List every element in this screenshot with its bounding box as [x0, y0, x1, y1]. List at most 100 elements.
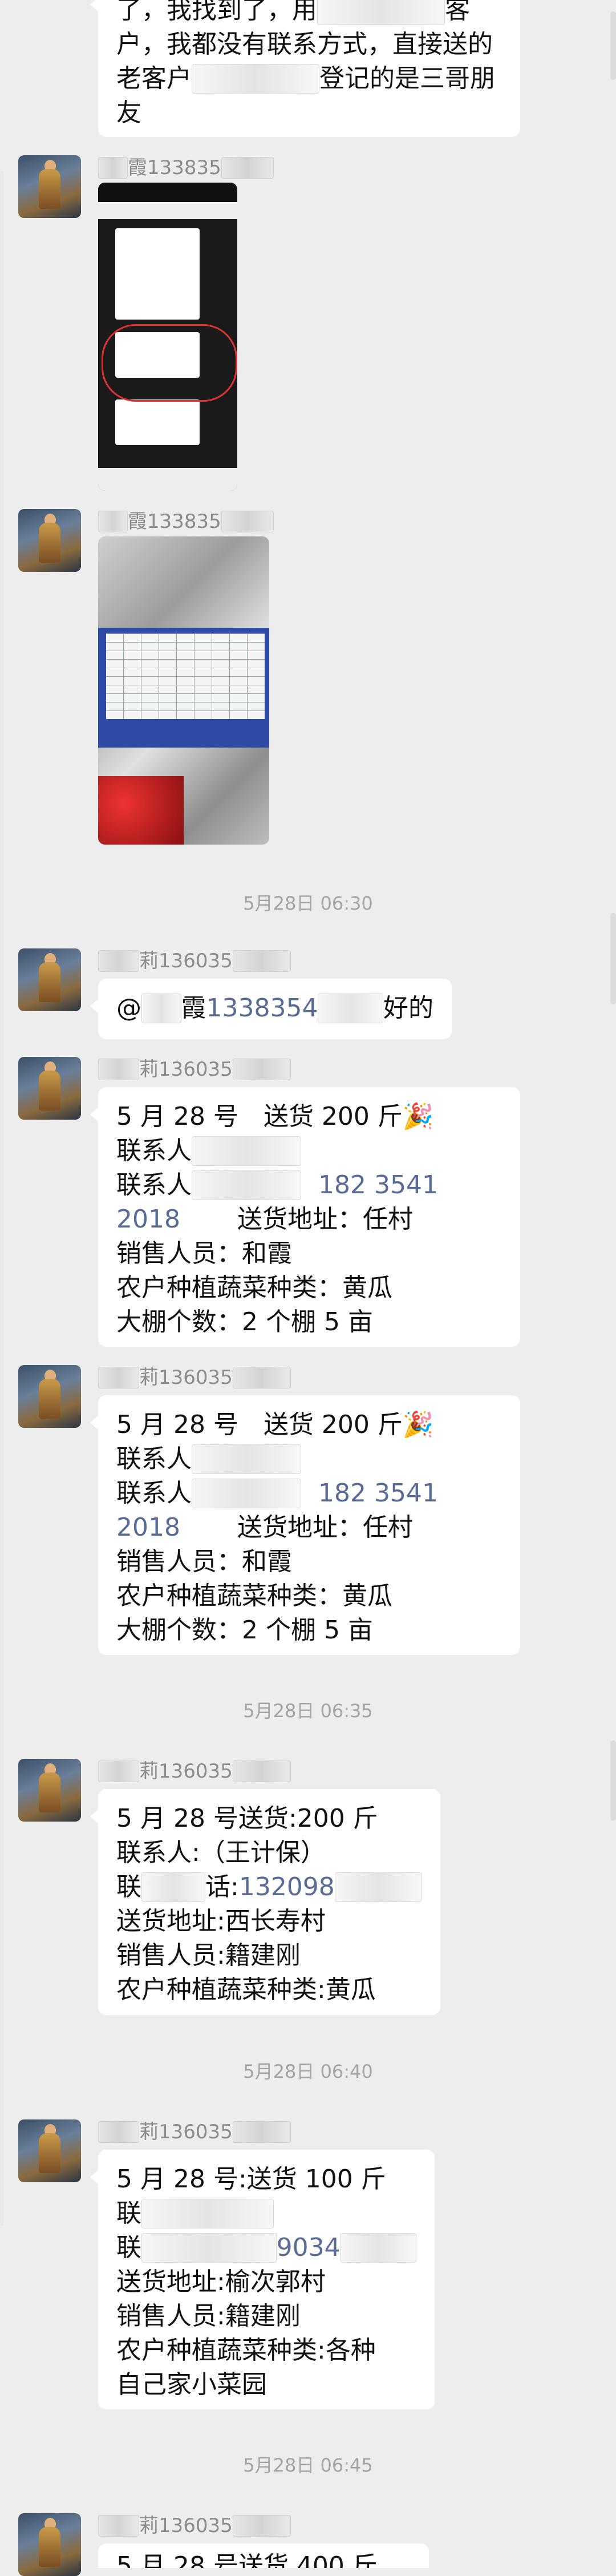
redacted-block: [334, 1872, 422, 1902]
message-text: 销售人员:籍建刚: [116, 2302, 301, 2331]
redacted-block: [221, 511, 274, 532]
message-text: 农户种植蔬菜种类：黄瓜: [116, 1273, 392, 1302]
message-bubble[interactable]: 5 月 28 号 送货 200 斤🎉 联系人 联系人 182 3541 2018…: [90, 1395, 520, 1655]
redacted-block: [232, 2121, 291, 2143]
avatar[interactable]: [18, 2513, 81, 2576]
scroll-indicator[interactable]: [610, 11, 616, 80]
sender-name: 莉136035: [98, 1058, 291, 1081]
timestamp: 5月28日 06:30: [243, 893, 373, 914]
message-text: 送货地址：任村: [237, 1205, 413, 1234]
message-text: 送货地址：任村: [237, 1513, 413, 1542]
message-text: 联系人: [116, 1136, 192, 1165]
message-text: 老客户: [116, 64, 192, 93]
message-text: 好的: [383, 994, 433, 1023]
message-text: 销售人员：和霞: [116, 1547, 292, 1576]
left-edge-strip: [0, 171, 3, 2226]
phone-link[interactable]: 182 3541: [318, 1168, 438, 1202]
avatar[interactable]: [18, 1057, 81, 1120]
screenshot-header: [98, 202, 237, 219]
redacted-block: [98, 157, 128, 179]
message-bubble[interactable]: 5 月 28 号:送货 100 斤 联 联 9034 送货地址:榆次郭村 销售人…: [90, 2150, 435, 2409]
phone-link[interactable]: 132098: [239, 1870, 335, 1904]
redacted-block: [141, 1872, 205, 1902]
message-text: 联: [116, 2233, 141, 2262]
message-text: 大棚个数：2 个棚 5 亩: [116, 1307, 373, 1337]
message-text: 联: [116, 1872, 141, 1901]
sender-name: 莉136035: [98, 2514, 291, 2537]
sender-name: 霞133835: [98, 156, 274, 179]
phone-link[interactable]: 2018: [116, 1202, 180, 1237]
message-text: 话:: [205, 1872, 239, 1901]
message-bubble[interactable]: 5 月 28 号送货:200 斤 联系人:（王计保） 联 话: 132098 送…: [90, 1789, 440, 2015]
redacted-block: [141, 2233, 277, 2263]
message-bubble[interactable]: @ 霞 1338354 好的: [90, 979, 452, 1039]
message-text: 农户种植蔬菜种类:各种: [116, 2336, 376, 2365]
message-text: 5 月 28 号 送货 200 斤🎉: [116, 1102, 434, 1131]
chat-page: 了，我找到了，用 客 户，我都没有联系方式，直接送的 老客户 登记的是三哥朋 友…: [0, 0, 616, 2576]
message-bubble[interactable]: 了，我找到了，用 客 户，我都没有联系方式，直接送的 老客户 登记的是三哥朋 友: [90, 0, 520, 137]
redacted-block: [98, 1761, 139, 1782]
redacted-block: [141, 994, 181, 1023]
sender-name: 霞133835: [98, 510, 274, 533]
message-text: 大棚个数：2 个棚 5 亩: [116, 1616, 373, 1645]
redacted-block: [232, 950, 291, 972]
scroll-indicator[interactable]: [610, 1741, 616, 1820]
avatar[interactable]: [18, 2119, 81, 2182]
redacted-block: [340, 2233, 416, 2263]
redacted-block: [232, 1059, 291, 1080]
message-text: 登记的是三哥朋: [319, 64, 495, 93]
message-text: 联: [116, 2199, 141, 2228]
highlight-circle: [102, 324, 237, 402]
phone-link[interactable]: 2018: [116, 1511, 180, 1545]
phone-link[interactable]: 182 3541: [318, 1476, 438, 1511]
redacted-block: [232, 2515, 291, 2537]
mention-symbol: @: [116, 994, 141, 1023]
message-text: 联系人: [116, 1170, 192, 1200]
redacted-block: [232, 1761, 291, 1782]
redacted-block: [98, 511, 128, 532]
redacted-block: [192, 1479, 301, 1508]
phone-link[interactable]: 9034: [277, 2231, 341, 2265]
redacted-block: [232, 1367, 291, 1388]
message-text: 送货地址:榆次郭村: [116, 2267, 326, 2296]
avatar[interactable]: [18, 948, 81, 1011]
scroll-indicator[interactable]: [610, 913, 616, 1004]
message-text: 联系人: [116, 1479, 192, 1508]
redacted-block: [98, 1367, 139, 1388]
sender-name: 莉136035: [98, 1760, 291, 1783]
redacted-block: [98, 2121, 139, 2143]
photo-image[interactable]: [98, 536, 269, 845]
redacted-block: [98, 1059, 139, 1080]
message-text: 销售人员：和霞: [116, 1239, 292, 1268]
message-text: 5 月 28 号送货 400 斤: [116, 2551, 378, 2568]
message-text: 户，我都没有联系方式，直接送的: [116, 30, 493, 59]
avatar[interactable]: [18, 1759, 81, 1822]
message-text: 销售人员:籍建刚: [116, 1941, 301, 1970]
message-text: 农户种植蔬菜种类：黄瓜: [116, 1581, 392, 1610]
avatar[interactable]: [18, 155, 81, 218]
avatar[interactable]: [18, 1365, 81, 1428]
message-text: 客: [445, 0, 470, 25]
redacted-block: [192, 1170, 301, 1200]
message-bubble[interactable]: 5 月 28 号 送货 200 斤🎉 联系人 联系人 182 3541 2018…: [90, 1087, 520, 1347]
redacted-block: [98, 2515, 139, 2537]
redacted-block: [318, 994, 383, 1023]
redacted-block: [192, 64, 319, 94]
message-text: 友: [116, 98, 141, 127]
timestamp: 5月28日 06:35: [243, 1700, 373, 1722]
message-text: 5 月 28 号 送货 200 斤🎉: [116, 1410, 434, 1439]
avatar[interactable]: [18, 509, 81, 572]
message-text: 农户种植蔬菜种类:黄瓜: [116, 1975, 376, 2004]
phone-link[interactable]: 1338354: [206, 991, 318, 1025]
sender-name: 莉136035: [98, 2121, 291, 2143]
sender-name: 莉136035: [98, 1366, 291, 1389]
message-bubble[interactable]: 5 月 28 号送货 400 斤: [98, 2543, 429, 2568]
message-text: 5 月 28 号:送货 100 斤: [116, 2165, 386, 2194]
timestamp: 5月28日 06:45: [243, 2454, 373, 2476]
redacted-block: [192, 1444, 301, 1474]
screenshot-image[interactable]: [98, 183, 237, 491]
redacted-block: [317, 0, 445, 25]
redacted-block: [221, 157, 274, 179]
message-text: 联系人:（王计保）: [116, 1838, 326, 1867]
message-text: 送货地址:西长寿村: [116, 1907, 326, 1936]
